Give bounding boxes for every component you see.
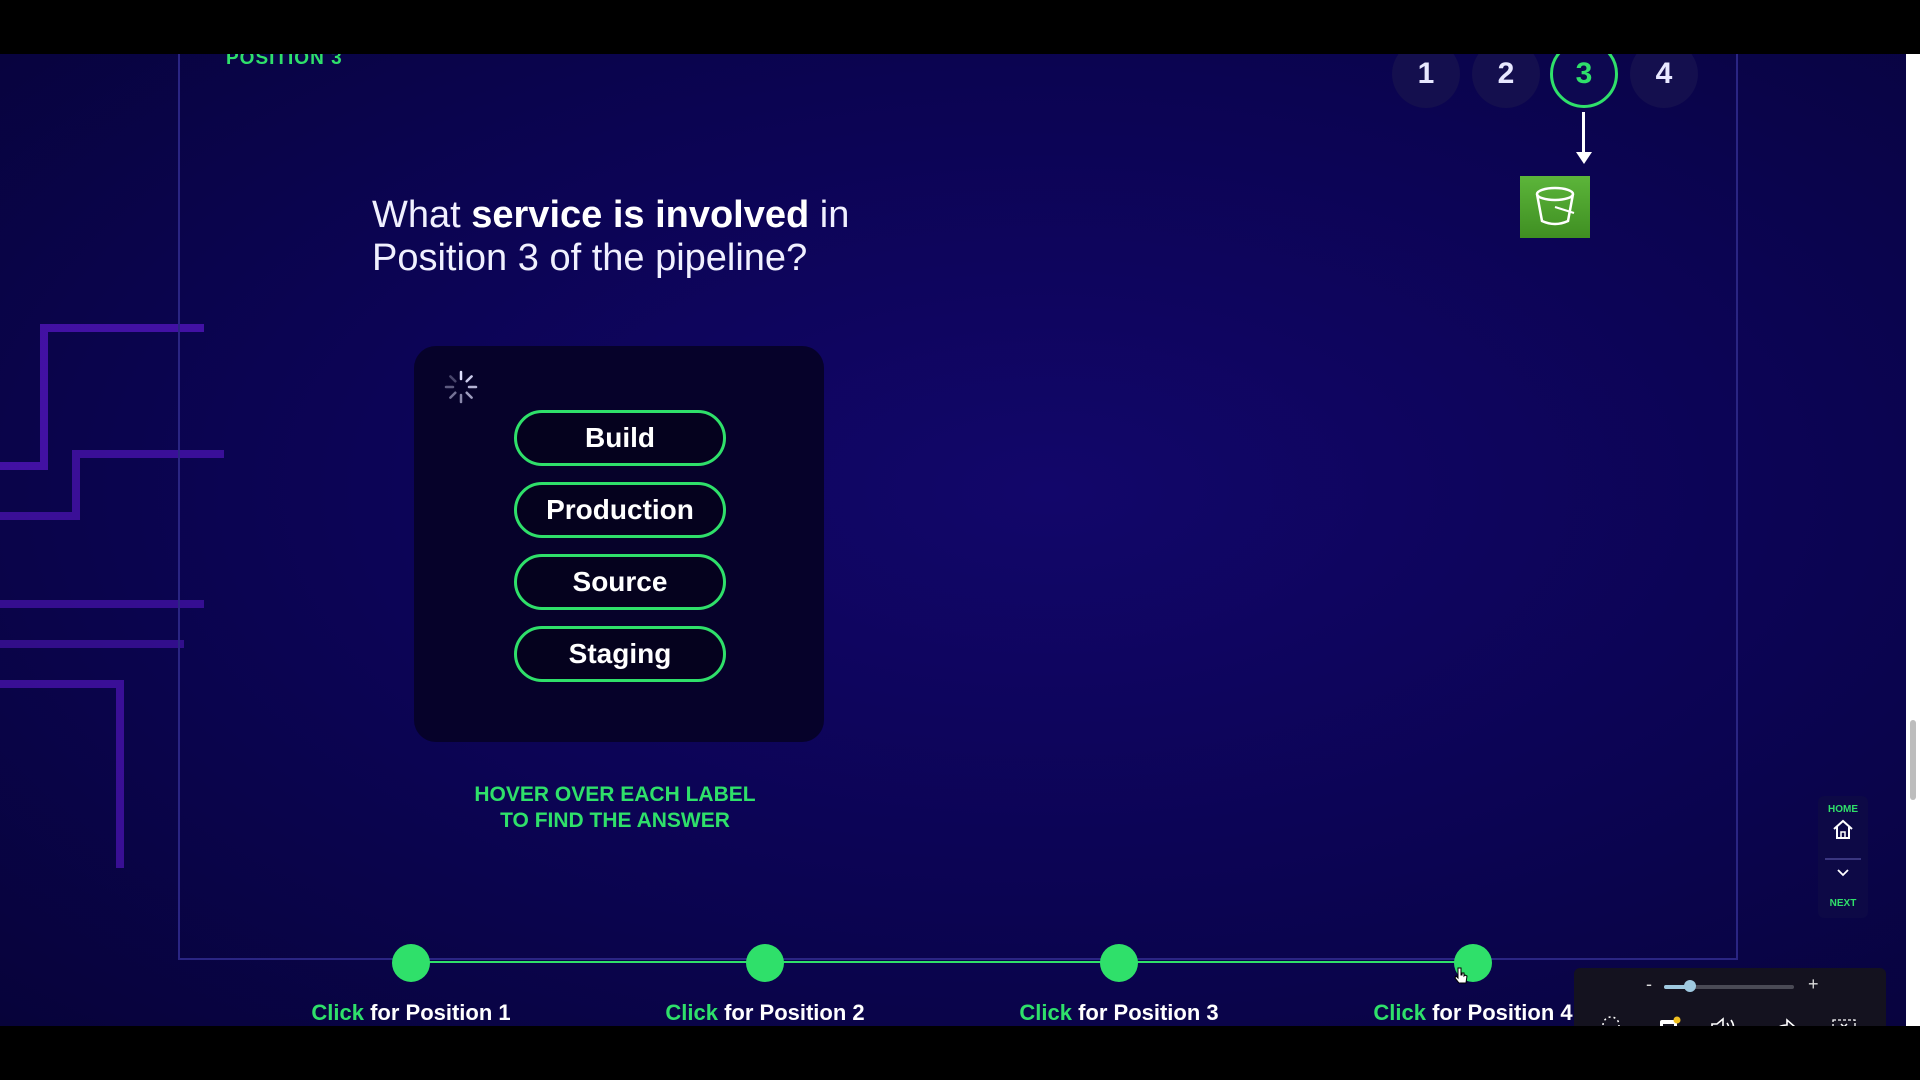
- chevron-down-icon[interactable]: [1836, 868, 1850, 878]
- exit-fullscreen-icon[interactable]: [1828, 1012, 1860, 1026]
- side-nav-divider: [1825, 858, 1861, 860]
- position-2-link[interactable]: Click for Position 2: [635, 1000, 895, 1026]
- scrollbar-thumb[interactable]: [1910, 720, 1916, 800]
- position-1-link[interactable]: Click for Position 1: [281, 1000, 541, 1026]
- pointer-icon[interactable]: [1598, 1012, 1630, 1026]
- scrollbar-track[interactable]: [1906, 54, 1920, 1026]
- question-text: What service is involved in Position 3 o…: [372, 194, 850, 279]
- down-arrow-icon: [1582, 112, 1585, 154]
- slide-stage: POSITION 3 1 2 3 4 What service is invol…: [0, 54, 1906, 1026]
- timeline-dot-2[interactable]: [746, 944, 784, 982]
- zoom-out-button[interactable]: -: [1646, 974, 1652, 995]
- position-title: POSITION 3: [226, 54, 343, 69]
- zoom-in-button[interactable]: +: [1808, 974, 1819, 995]
- spinner-icon: [444, 370, 478, 404]
- player-controls: - +: [1574, 968, 1886, 1026]
- answer-staging[interactable]: Staging: [514, 626, 726, 682]
- home-icon[interactable]: [1831, 818, 1855, 840]
- volume-icon[interactable]: [1708, 1012, 1740, 1026]
- hover-hint: HOVER OVER EACH LABEL TO FIND THE ANSWER: [474, 783, 756, 832]
- timeline-line: [410, 961, 1472, 963]
- answer-build[interactable]: Build: [514, 410, 726, 466]
- answer-production[interactable]: Production: [514, 482, 726, 538]
- home-label: HOME: [1828, 804, 1858, 815]
- timeline-dot-1[interactable]: [392, 944, 430, 982]
- timeline-dot-3[interactable]: [1100, 944, 1138, 982]
- mouse-cursor-icon: [1454, 967, 1468, 984]
- side-navigation: HOME NEXT: [1818, 796, 1868, 918]
- share-icon[interactable]: [1768, 1012, 1800, 1026]
- answer-card: [414, 346, 824, 742]
- answer-source[interactable]: Source: [514, 554, 726, 610]
- position-3-link[interactable]: Click for Position 3: [989, 1000, 1249, 1026]
- position-4-link[interactable]: Click for Position 4: [1343, 1000, 1603, 1026]
- captions-icon[interactable]: [1654, 1012, 1686, 1026]
- zoom-slider-handle[interactable]: [1684, 980, 1696, 992]
- next-label[interactable]: NEXT: [1818, 898, 1868, 909]
- bucket-icon: [1520, 176, 1590, 238]
- arrow-head: [1576, 152, 1592, 164]
